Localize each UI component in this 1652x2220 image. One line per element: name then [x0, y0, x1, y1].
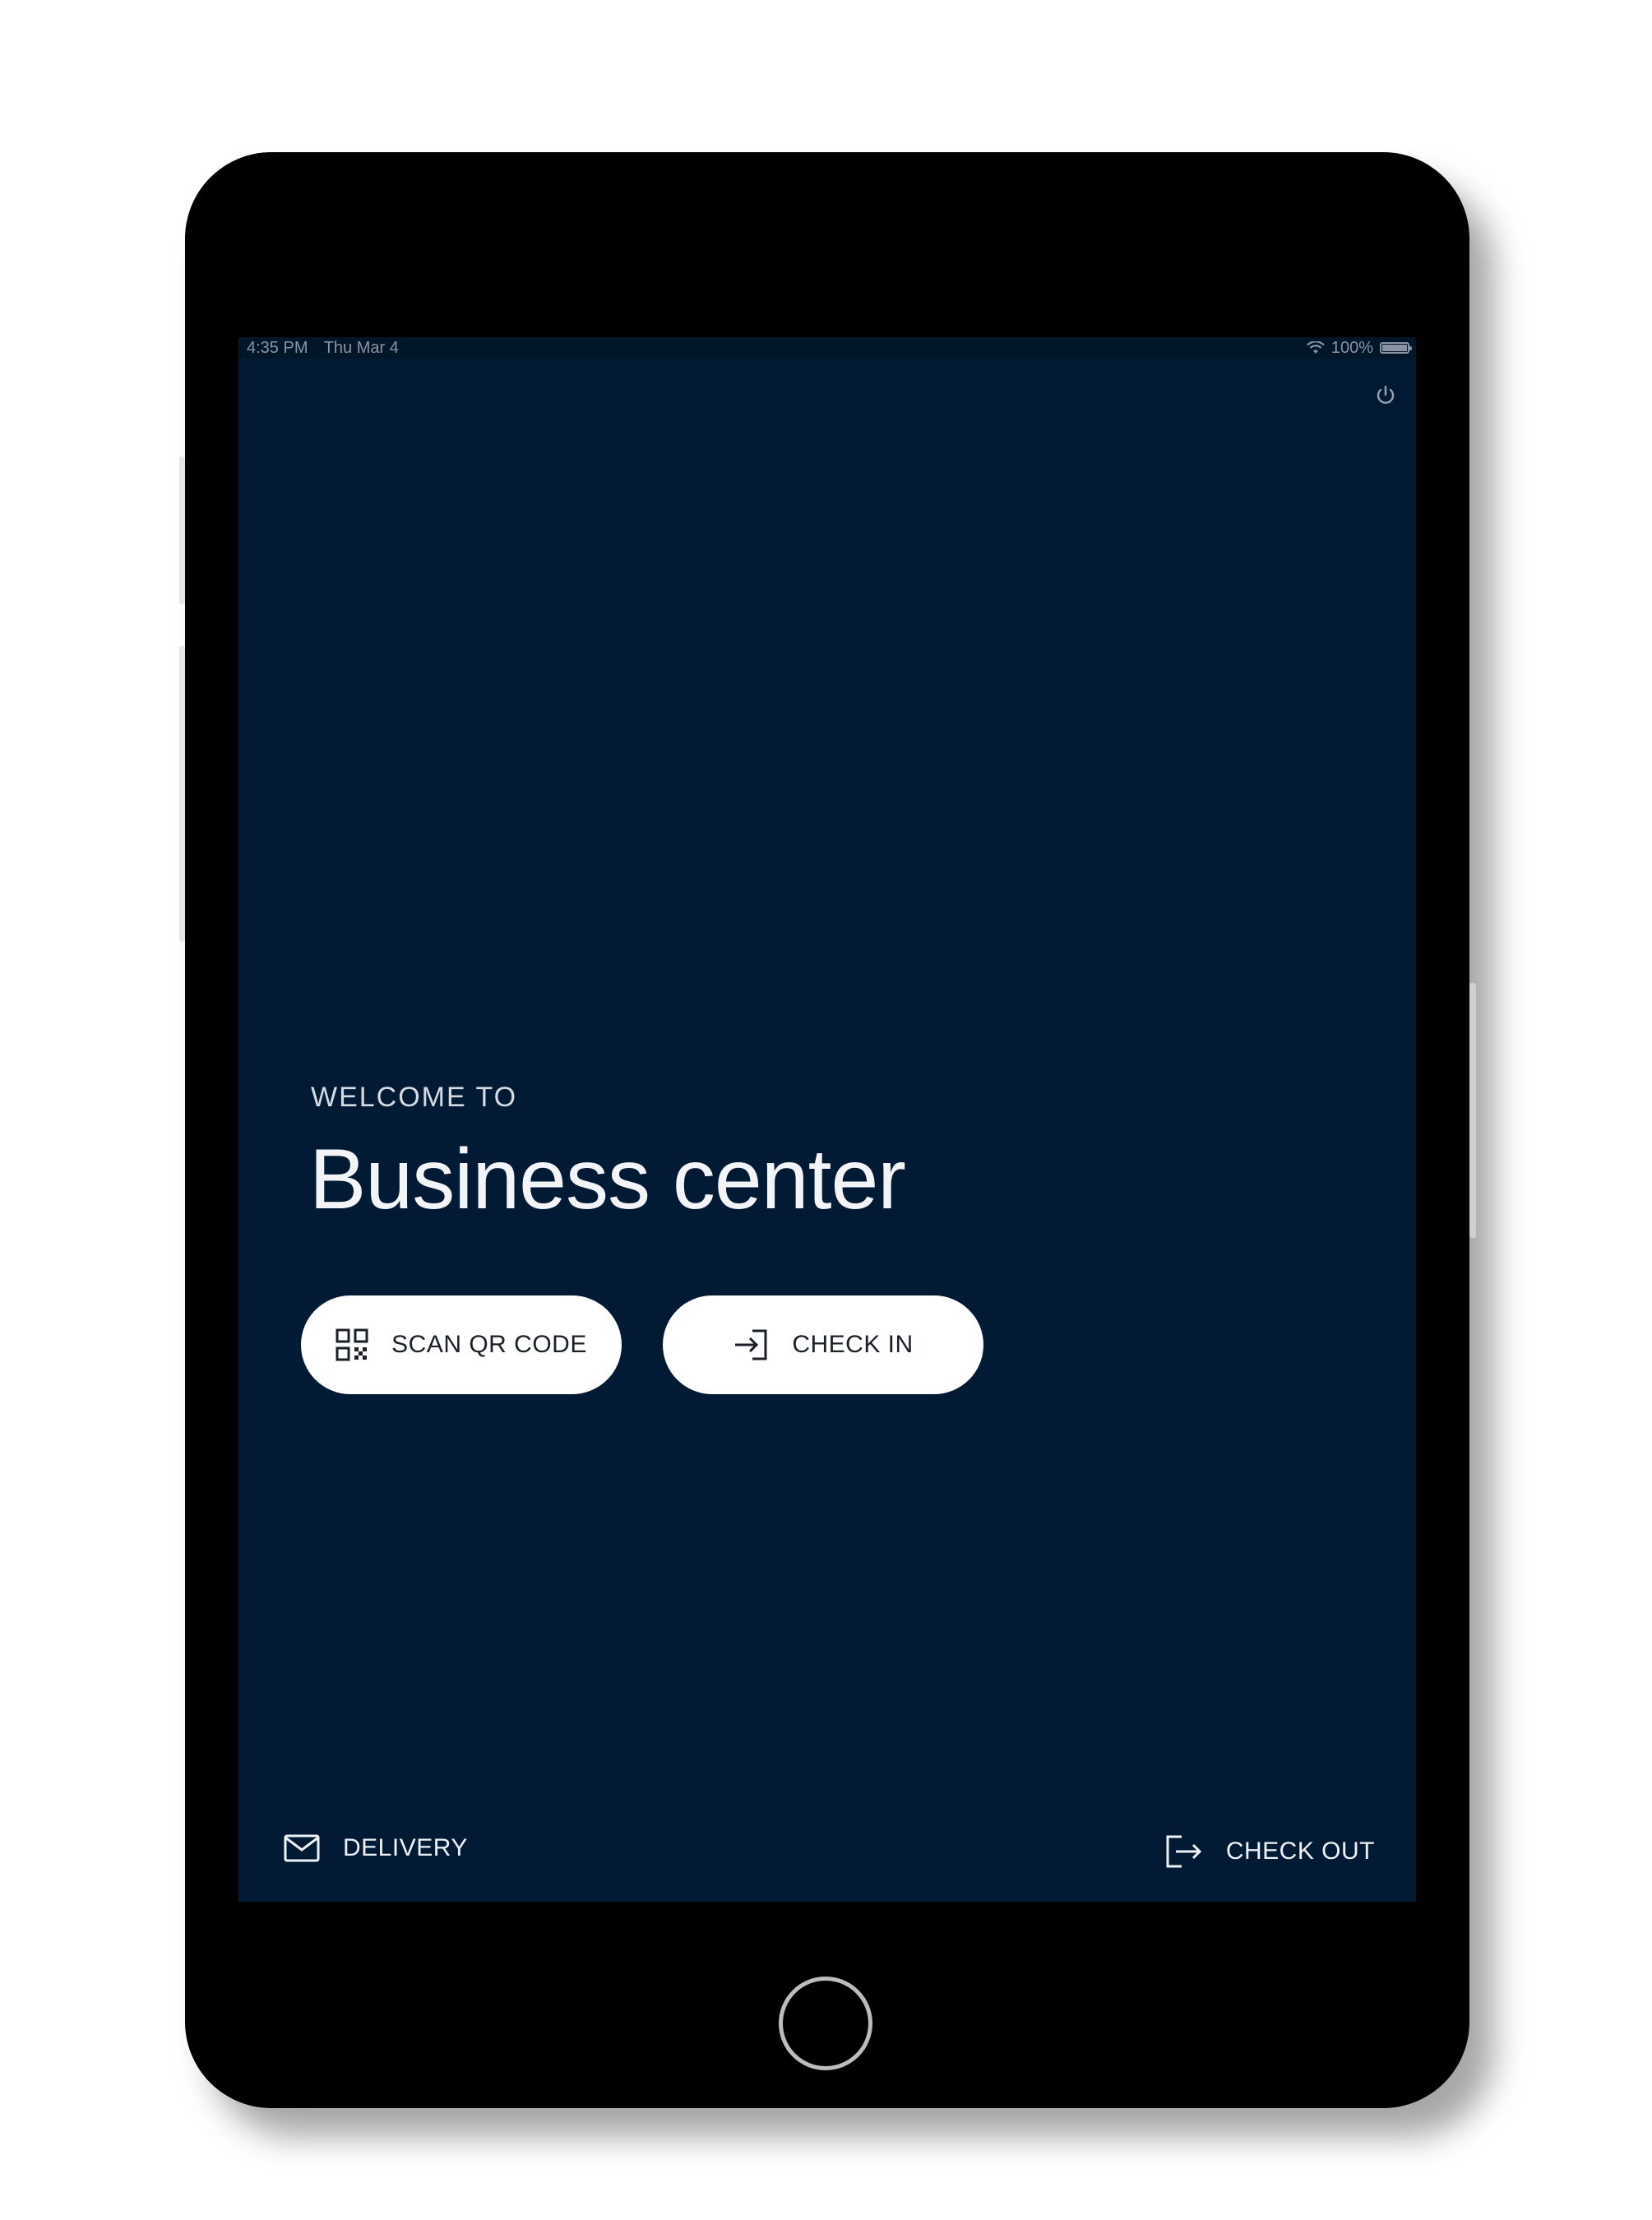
- side-button: [1469, 983, 1476, 1238]
- status-right: 100%: [1307, 337, 1412, 359]
- check-out-button[interactable]: CHECK OUT: [1165, 1834, 1375, 1869]
- check-in-label: CHECK IN: [792, 1331, 914, 1358]
- wifi-icon: [1307, 341, 1325, 354]
- page-title: Business center: [309, 1132, 906, 1227]
- battery-fill: [1382, 345, 1407, 351]
- status-bar: 4:35 PM Thu Mar 4 100%: [238, 337, 1416, 359]
- screen: 4:35 PM Thu Mar 4 100% WELCOME TO Busine…: [238, 337, 1416, 1902]
- delivery-button[interactable]: DELIVERY: [284, 1834, 468, 1862]
- volume-up-button: [179, 457, 185, 605]
- scan-qr-code-label: SCAN QR CODE: [391, 1331, 587, 1358]
- status-left: 4:35 PM Thu Mar 4: [247, 337, 410, 359]
- stage: 4:35 PM Thu Mar 4 100% WELCOME TO Busine…: [0, 0, 1652, 2220]
- welcome-label: WELCOME TO: [311, 1082, 518, 1113]
- status-date: Thu Mar 4: [323, 339, 399, 357]
- scan-qr-code-button[interactable]: SCAN QR CODE: [301, 1295, 622, 1394]
- home-button[interactable]: [779, 1977, 872, 2070]
- logout-arrow-icon: [1166, 1835, 1201, 1868]
- qr-code-icon: [335, 1328, 368, 1361]
- tablet-frame: 4:35 PM Thu Mar 4 100% WELCOME TO Busine…: [179, 152, 1476, 2108]
- battery-percent: 100%: [1330, 339, 1373, 357]
- check-in-button[interactable]: CHECK IN: [663, 1295, 983, 1394]
- delivery-label: DELIVERY: [343, 1834, 468, 1861]
- volume-down-button: [179, 646, 185, 942]
- power-icon[interactable]: [1373, 383, 1398, 408]
- status-time: 4:35 PM: [247, 339, 308, 357]
- mail-icon: [284, 1834, 320, 1862]
- login-arrow-icon: [735, 1329, 767, 1360]
- battery-icon: [1380, 342, 1412, 354]
- check-out-label: CHECK OUT: [1225, 1838, 1375, 1865]
